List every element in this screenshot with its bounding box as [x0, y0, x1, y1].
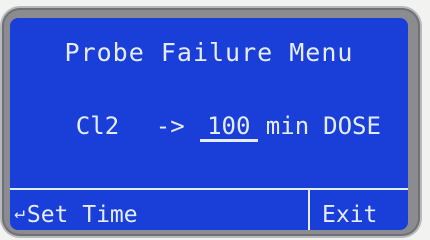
time-value-field[interactable]: 100 — [199, 113, 258, 142]
set-time-label: Set Time — [26, 202, 138, 228]
lcd-screen: Probe Failure Menu Cl2 -> 100 min DOSE ↵Set … — [10, 18, 408, 230]
enter-icon: ↵ — [14, 202, 25, 223]
menu-title: Probe Failure Menu — [64, 38, 354, 67]
time-unit-label: min — [265, 112, 310, 140]
action-label: DOSE — [323, 112, 381, 140]
softkey-separator — [10, 188, 408, 190]
probe-setting-row: Cl2 -> 100 min DOSE — [18, 84, 381, 170]
set-time-softkey[interactable]: ↵Set Time — [14, 202, 138, 228]
probe-label: Cl2 — [75, 112, 120, 140]
exit-softkey[interactable]: Exit — [322, 202, 377, 228]
softkey-divider — [308, 190, 310, 230]
arrow-indicator: -> — [155, 112, 185, 140]
